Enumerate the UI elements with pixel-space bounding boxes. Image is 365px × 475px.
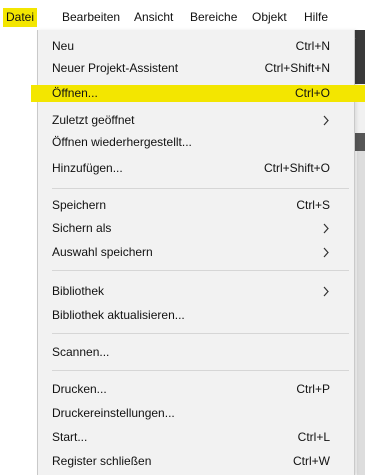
menu-item-label: Scannen... (52, 345, 110, 359)
menu-item-label: Sichern als (52, 221, 112, 235)
menu-separator (52, 333, 349, 334)
menu-item-shortcut: Ctrl+N (295, 39, 330, 53)
menu-item-label: Start... (52, 430, 88, 444)
menu-item-speichern[interactable]: Speichern Ctrl+S (38, 194, 354, 216)
menu-ansicht[interactable]: Ansicht (134, 8, 173, 27)
menu-item-neuer-projekt-assistent[interactable]: Neuer Projekt-Assistent Ctrl+Shift+N (38, 57, 354, 79)
menu-hilfe[interactable]: Hilfe (304, 8, 328, 27)
menu-separator (52, 370, 349, 371)
menu-item-auswahl-speichern[interactable]: Auswahl speichern (38, 241, 354, 263)
menu-item-label: Bibliothek aktualisieren... (52, 308, 185, 322)
menu-item-zuletzt-geoeffnet[interactable]: Zuletzt geöffnet (38, 109, 354, 131)
menu-item-shortcut: Ctrl+S (296, 198, 330, 212)
menubar: Datei Bearbeiten Ansicht Bereiche Objekt… (0, 0, 365, 30)
app-scrollbar[interactable] (357, 151, 365, 475)
menu-item-label: Neuer Projekt-Assistent (52, 61, 179, 75)
menu-item-oeffnen[interactable]: Öffnen... Ctrl+O (31, 82, 365, 104)
menu-item-shortcut: Ctrl+Shift+O (263, 161, 330, 175)
menu-item-label: Hinzufügen... (52, 161, 123, 175)
menu-item-shortcut: Ctrl+L (297, 430, 330, 444)
menu-item-sichern-als[interactable]: Sichern als (38, 217, 354, 239)
chevron-right-icon (323, 247, 329, 258)
menu-item-label: Auswahl speichern (52, 245, 153, 259)
menu-objekt[interactable]: Objekt (252, 8, 287, 27)
menu-separator (52, 188, 349, 189)
menu-item-bibliothek-aktualisieren[interactable]: Bibliothek aktualisieren... (38, 304, 354, 326)
menu-item-shortcut: Ctrl+O (294, 86, 330, 100)
chevron-right-icon (323, 115, 329, 126)
menu-item-neu[interactable]: Neu Ctrl+N (38, 35, 354, 57)
menu-item-label: Drucken... (52, 382, 107, 396)
menu-bearbeiten[interactable]: Bearbeiten (62, 8, 120, 27)
chevron-right-icon (323, 286, 329, 297)
menu-item-druckereinstellungen[interactable]: Druckereinstellungen... (38, 402, 354, 424)
menu-item-start[interactable]: Start... Ctrl+L (38, 426, 354, 448)
menu-item-shortcut: Ctrl+W (293, 454, 330, 468)
menu-item-shortcut: Ctrl+P (296, 382, 330, 396)
menu-item-hinzufuegen[interactable]: Hinzufügen... Ctrl+Shift+O (38, 157, 354, 179)
menu-item-label: Speichern (52, 198, 107, 212)
menu-item-register-schliessen[interactable]: Register schließen Ctrl+W (38, 450, 354, 472)
menu-item-scannen[interactable]: Scannen... (38, 341, 354, 363)
menu-item-shortcut: Ctrl+Shift+N (264, 61, 330, 75)
menu-item-label: Öffnen... (52, 86, 98, 100)
menu-bereiche[interactable]: Bereiche (190, 8, 237, 27)
chevron-right-icon (323, 223, 329, 234)
menu-item-bibliothek[interactable]: Bibliothek (38, 280, 354, 302)
menu-datei[interactable]: Datei (3, 8, 38, 27)
menu-item-label: Öffnen wiederhergestellt... (52, 135, 192, 149)
menu-item-oeffnen-wiederhergestellt[interactable]: Öffnen wiederhergestellt... (38, 131, 354, 153)
menu-separator (52, 270, 349, 271)
menu-item-label: Neu (52, 39, 75, 53)
menu-item-label: Zuletzt geöffnet (52, 113, 135, 127)
file-menu-dropdown: Neu Ctrl+N Neuer Projekt-Assistent Ctrl+… (31, 30, 365, 475)
menu-item-label: Bibliothek (52, 284, 105, 298)
menu-item-label: Register schließen (52, 454, 152, 468)
menu-item-drucken[interactable]: Drucken... Ctrl+P (38, 378, 354, 400)
menu-item-label: Druckereinstellungen... (52, 406, 175, 420)
